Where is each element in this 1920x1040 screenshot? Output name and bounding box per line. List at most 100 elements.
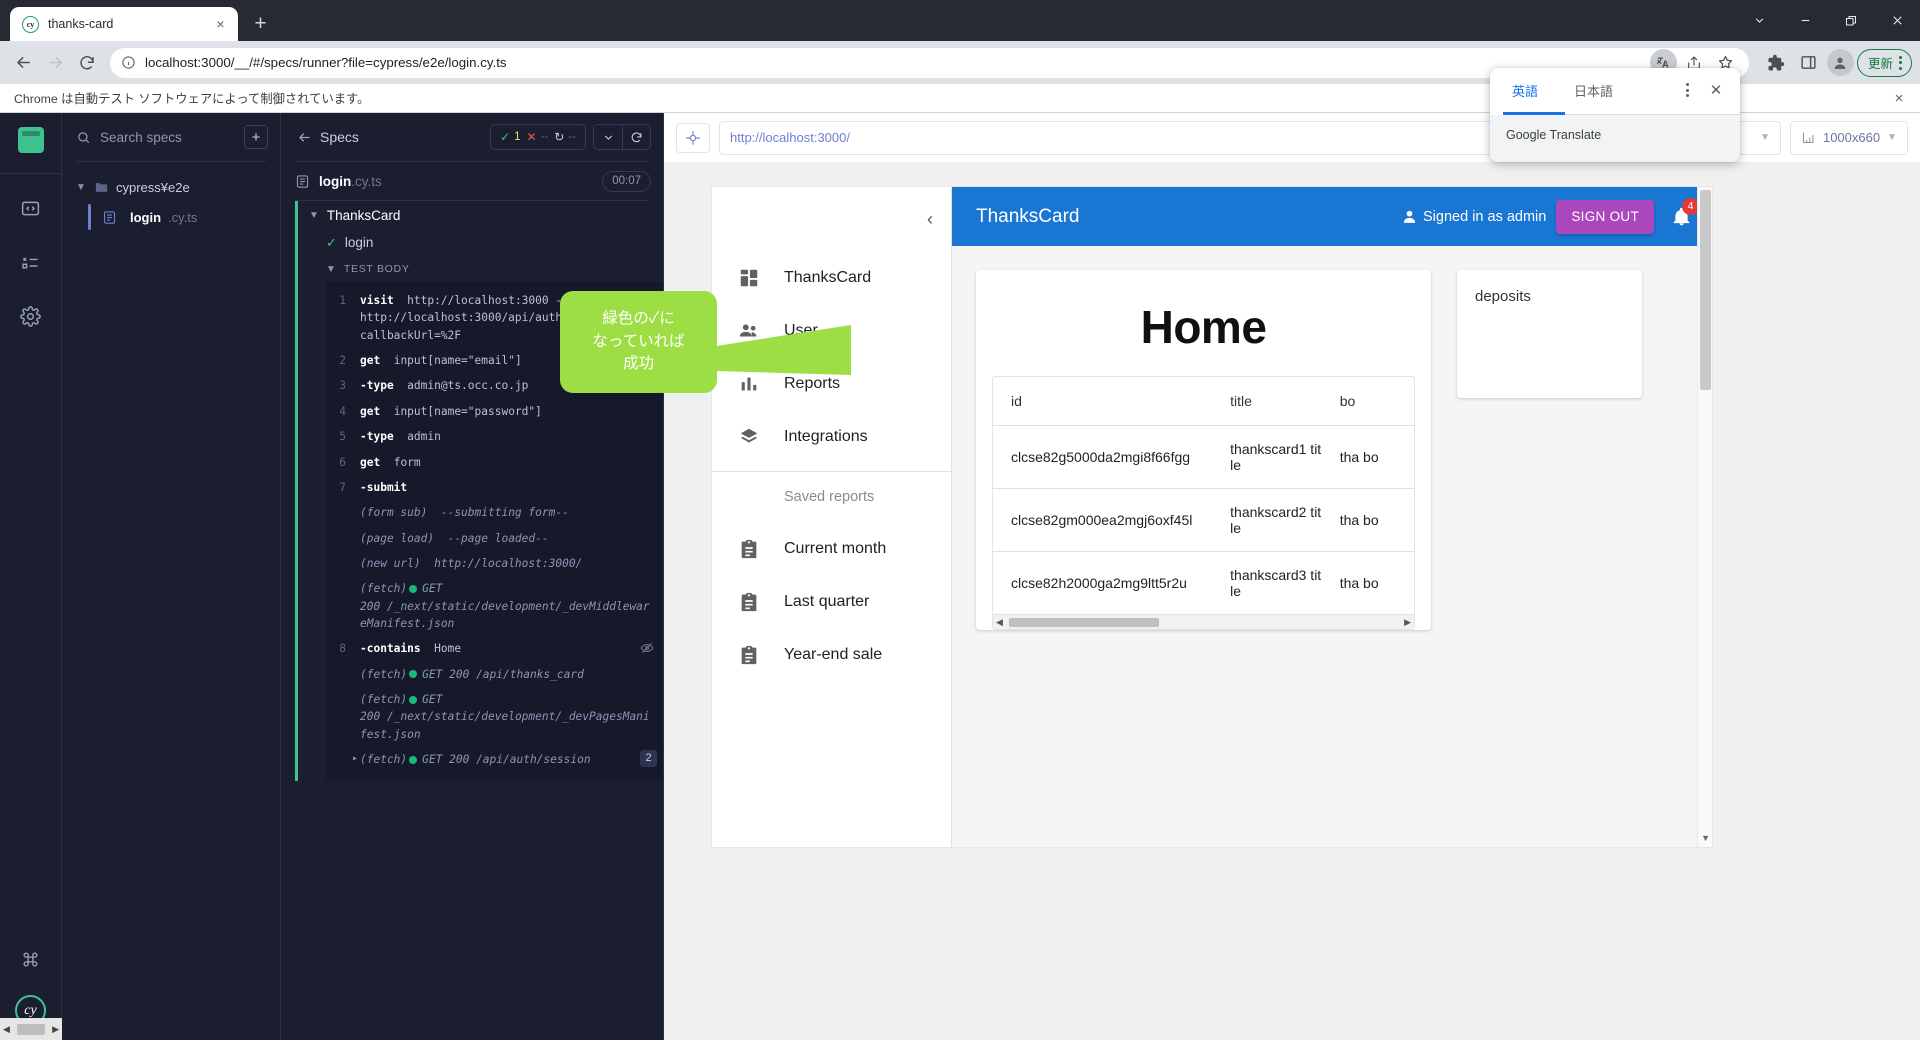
collapse-left-icon[interactable] <box>295 129 312 146</box>
info-circle-icon[interactable] <box>121 55 136 70</box>
chevron-down-icon[interactable]: ▼ <box>326 264 336 275</box>
cell-body: tha bo <box>1339 575 1379 591</box>
close-icon[interactable]: × <box>1888 87 1910 109</box>
address-bar-url: localhost:3000/__/#/specs/runner?file=cy… <box>145 55 507 70</box>
command-number: 1 <box>339 294 346 307</box>
cypress-favicon-icon: cy <box>22 15 39 33</box>
scroll-right-arrow-icon[interactable]: ▶ <box>1404 617 1411 628</box>
translate-tab-target[interactable]: 日本語 <box>1556 68 1631 112</box>
search-specs-input[interactable]: Search specs <box>100 130 235 145</box>
nav-item-integrations[interactable]: Integrations <box>712 410 951 463</box>
command-row[interactable]: 7 -submit <box>326 475 663 500</box>
viewport-size-selector[interactable]: 1000x660 ▼ <box>1789 120 1908 155</box>
side-panel-icon[interactable] <box>1794 48 1824 78</box>
app-content: Home id title bo clcse82g5000da2mgi8f66f… <box>952 246 1712 630</box>
command-keyword: -contains <box>360 642 421 656</box>
table-row[interactable]: clcse82h2000ga2mg9ltt5r2u thankscard3 ti… <box>993 552 1414 615</box>
new-tab-button[interactable]: + <box>245 8 276 39</box>
spec-file-row[interactable]: login .cy.ts <box>62 202 280 232</box>
drawer-collapse-row[interactable]: ‹ <box>712 187 951 251</box>
divider <box>76 161 266 162</box>
add-spec-button[interactable]: + <box>244 125 268 149</box>
test-body-row[interactable]: ▼ TEST BODY <box>298 256 663 282</box>
sign-out-button[interactable]: SIGN OUT <box>1556 199 1654 234</box>
status-dot <box>409 755 418 764</box>
spec-file-name: login <box>130 209 162 225</box>
chevron-down-icon[interactable]: ▼ <box>1887 132 1897 143</box>
command-row-contains[interactable]: 8 -contains Home <box>326 636 663 661</box>
settings-icon[interactable] <box>9 294 53 338</box>
preview-url: http://localhost:3000/ <box>730 130 850 145</box>
restart-icon[interactable] <box>622 124 650 150</box>
reload-icon[interactable] <box>72 48 102 78</box>
back-arrow-icon[interactable] <box>8 48 38 78</box>
assignment-icon <box>738 591 784 613</box>
selector-playground-icon[interactable] <box>676 122 710 153</box>
scroll-down-arrow-icon[interactable]: ▼ <box>1701 833 1710 843</box>
annotation-line-2: なっていれば <box>592 332 685 350</box>
notifications-button[interactable]: 4 <box>1664 197 1699 234</box>
chevron-right-icon[interactable]: ▸ <box>352 751 358 767</box>
chevron-left-icon[interactable]: ‹ <box>927 209 933 230</box>
nav-item-thankscard[interactable]: ThanksCard <box>712 251 951 304</box>
automation-infobar-text: Chrome は自動テスト ソフトウェアによって制御されています。 <box>14 92 370 106</box>
layers-icon <box>738 426 784 448</box>
log-group: (form sub) <box>360 506 428 520</box>
table-row[interactable]: clcse82g5000da2mgi8f66fgg thankscard1 ti… <box>993 425 1414 489</box>
drawer-section-label: Saved reports <box>784 489 875 505</box>
specs-icon[interactable] <box>9 186 53 230</box>
nav-item-current-month[interactable]: Current month <box>712 522 951 575</box>
chevron-down-icon[interactable]: ▼ <box>1760 132 1770 143</box>
chevron-down-icon[interactable] <box>594 124 622 150</box>
log-row: (form sub) --submitting form-- <box>326 500 663 525</box>
command-key-icon[interactable] <box>9 937 53 981</box>
command-row[interactable]: 5 -type admin <box>326 424 663 449</box>
rail-horizontal-scrollbar[interactable]: ◀ ▶ <box>0 1018 62 1040</box>
chevron-down-icon[interactable] <box>1736 0 1782 41</box>
nav-item-year-end-sale[interactable]: Year-end sale <box>712 628 951 681</box>
eye-off-icon[interactable] <box>640 641 654 660</box>
scrollbar-thumb[interactable] <box>1008 617 1159 627</box>
command-number: 2 <box>339 354 346 368</box>
chevron-down-icon[interactable]: ▼ <box>309 210 319 221</box>
suite-row[interactable]: ▼ ThanksCard <box>298 201 663 229</box>
scroll-left-arrow-icon[interactable]: ◀ <box>3 1024 10 1035</box>
deposits-card: deposits <box>1457 270 1642 398</box>
app-vertical-scrollbar[interactable]: ▼ <box>1697 187 1712 847</box>
close-icon[interactable]: × <box>211 15 230 34</box>
table-row[interactable]: clcse82gm000ea2mgj6oxf45l thankscard2 ti… <box>993 488 1414 552</box>
failed-count: -- <box>540 131 549 143</box>
specs-panel: Search specs + ▼ cypress¥e2e login .cy.ts <box>62 113 281 1040</box>
table-horizontal-scrollbar[interactable]: ◀ ▶ <box>993 614 1414 629</box>
translate-tab-source[interactable]: 英語 <box>1494 68 1556 112</box>
runs-icon[interactable] <box>9 240 53 284</box>
command-arg: admin <box>407 430 441 444</box>
minimize-icon[interactable] <box>1782 0 1828 41</box>
log-group: (new url) <box>360 556 421 570</box>
update-button[interactable]: 更新 <box>1856 48 1912 77</box>
ruler-icon <box>1801 130 1816 145</box>
kebab-menu-icon[interactable] <box>1895 55 1906 70</box>
close-icon[interactable] <box>1874 0 1920 41</box>
test-row[interactable]: ✓ login <box>298 229 663 256</box>
spec-folder-row[interactable]: ▼ cypress¥e2e <box>62 172 280 202</box>
scrollbar-thumb[interactable] <box>17 1023 45 1035</box>
chevron-down-icon[interactable]: ▼ <box>76 182 87 193</box>
kebab-menu-icon[interactable] <box>1674 77 1700 103</box>
person-icon <box>1401 208 1418 225</box>
restore-icon[interactable] <box>1828 0 1874 41</box>
avatar[interactable] <box>1826 49 1854 76</box>
scroll-right-arrow-icon[interactable]: ▶ <box>52 1024 59 1035</box>
log-row-expandable[interactable]: ▸ (fetch) GET 200 /api/auth/session 2 <box>326 747 663 772</box>
scrollbar-thumb[interactable] <box>1700 190 1711 390</box>
cell-title: thankscard2 title <box>1212 488 1322 552</box>
browser-tab[interactable]: cy thanks-card × <box>10 7 238 41</box>
translate-tabs: 英語 日本語 ✕ <box>1490 68 1740 112</box>
puzzle-icon[interactable] <box>1761 48 1791 78</box>
scroll-left-arrow-icon[interactable]: ◀ <box>996 617 1003 628</box>
close-icon[interactable]: ✕ <box>1702 76 1730 104</box>
nav-item-last-quarter[interactable]: Last quarter <box>712 575 951 628</box>
command-row[interactable]: 4 get input[name="password"] <box>326 399 663 424</box>
cell-id: clcse82h2000ga2mg9ltt5r2u <box>1011 575 1187 591</box>
command-row[interactable]: 6 get form <box>326 450 663 475</box>
